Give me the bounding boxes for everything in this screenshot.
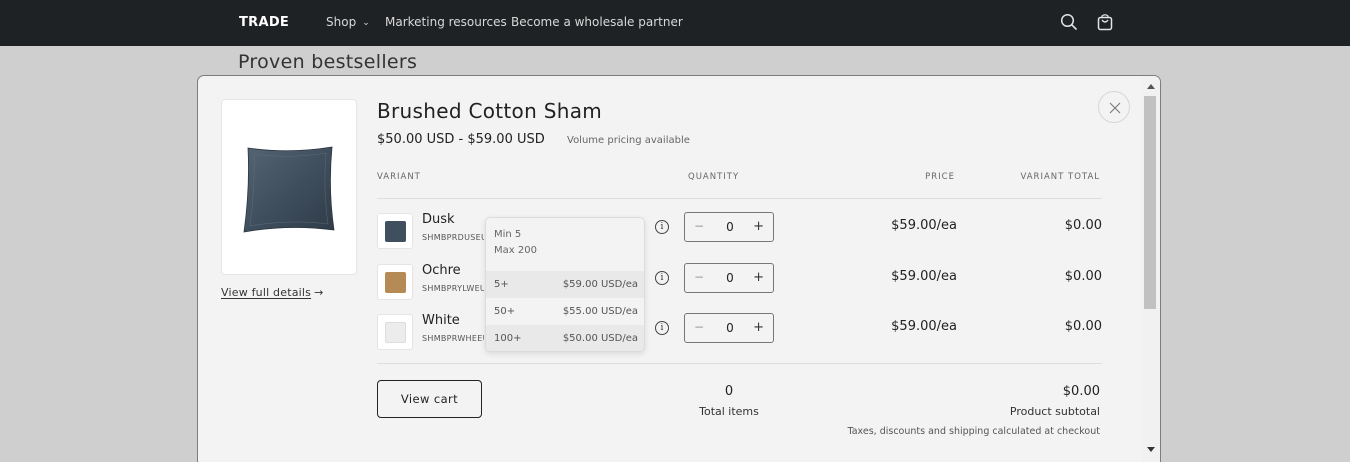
scroll-down-arrow-icon[interactable] xyxy=(1147,447,1155,452)
nav-marketing-resources[interactable]: Marketing resources xyxy=(385,15,507,29)
variant-thumbnail xyxy=(377,213,413,249)
variant-name: Dusk xyxy=(422,212,455,227)
quantity-stepper: − 0 + xyxy=(684,263,774,293)
tier-price: $59.00 USD/ea xyxy=(562,279,638,290)
tier-quantity: 100+ xyxy=(494,333,522,344)
view-full-details-link[interactable]: View full details → xyxy=(221,286,324,299)
quantity-stepper: − 0 + xyxy=(684,313,774,343)
tier-price: $50.00 USD/ea xyxy=(562,333,638,344)
search-icon[interactable] xyxy=(1059,12,1079,32)
scrollbar-thumb[interactable] xyxy=(1144,96,1156,309)
increase-button[interactable]: + xyxy=(753,270,764,285)
tier-quantity: 5+ xyxy=(494,279,509,290)
product-subtotal-label: Product subtotal xyxy=(1009,405,1100,418)
variant-thumbnail xyxy=(377,314,413,350)
volume-pricing-popover: Min 5 Max 200 5+ $59.00 USD/ea 50+ $55.0… xyxy=(485,217,645,352)
variant-thumbnail xyxy=(377,264,413,300)
view-full-details-label: View full details xyxy=(221,286,312,299)
variant-name: Ochre xyxy=(422,263,461,278)
product-title: Brushed Cotton Sham xyxy=(377,99,603,123)
total-items-label: Total items xyxy=(699,405,759,418)
quick-order-modal: View full details → Brushed Cotton Sham $… xyxy=(197,75,1161,462)
scrollbar[interactable] xyxy=(1142,76,1160,462)
total-items-count: 0 xyxy=(724,384,734,399)
variant-sku: SHMBPRDUSEU xyxy=(422,233,484,242)
tax-note: Taxes, discounts and shipping calculated… xyxy=(847,426,1101,437)
variant-sku: SHMBPRYLWEU xyxy=(422,284,484,293)
tier-price: $55.00 USD/ea xyxy=(562,306,638,317)
section-heading: Proven bestsellers xyxy=(238,51,418,73)
quantity-stepper: − 0 + xyxy=(684,212,774,242)
variant-total: $0.00 xyxy=(1064,218,1102,233)
divider xyxy=(377,363,1102,364)
product-subtotal-value: $0.00 xyxy=(1062,384,1100,399)
price-tier: 100+ $50.00 USD/ea xyxy=(486,325,644,351)
pillow-image xyxy=(243,146,335,233)
price-tier: 5+ $59.00 USD/ea xyxy=(486,271,644,298)
product-image xyxy=(221,99,357,275)
nav-wholesale-partner[interactable]: Become a wholesale partner xyxy=(511,15,683,29)
cart-icon[interactable] xyxy=(1095,12,1115,32)
variant-price: $59.00/ea xyxy=(891,319,957,334)
increase-button[interactable]: + xyxy=(753,219,764,234)
info-icon[interactable]: i xyxy=(655,220,669,234)
variant-price: $59.00/ea xyxy=(891,269,957,284)
column-header-price: PRICE xyxy=(925,172,955,182)
close-button[interactable] xyxy=(1098,91,1130,123)
nav-shop[interactable]: Shop ⌄ xyxy=(326,15,370,29)
variant-price: $59.00/ea xyxy=(891,218,957,233)
nav-shop-label: Shop xyxy=(326,15,357,29)
arrow-right-icon: → xyxy=(314,286,324,299)
min-quantity: Min 5 xyxy=(494,229,522,240)
column-header-variant: VARIANT xyxy=(377,172,421,182)
info-icon[interactable]: i xyxy=(655,321,669,335)
volume-pricing-note: Volume pricing available xyxy=(567,135,690,146)
column-header-variant-total: VARIANT TOTAL xyxy=(1020,172,1100,182)
variant-name: White xyxy=(422,313,460,328)
divider xyxy=(377,198,1102,199)
chevron-down-icon: ⌄ xyxy=(362,18,370,28)
view-cart-button[interactable]: View cart xyxy=(377,380,482,418)
variant-total: $0.00 xyxy=(1064,319,1102,334)
variant-sku: SHMBPRWHEEU xyxy=(422,334,484,343)
price-range: $50.00 USD - $59.00 USD xyxy=(377,132,545,147)
tier-quantity: 50+ xyxy=(494,306,516,317)
price-tier: 50+ $55.00 USD/ea xyxy=(486,298,644,325)
scroll-up-arrow-icon[interactable] xyxy=(1147,84,1155,89)
column-header-quantity: QUANTITY xyxy=(688,172,740,182)
close-icon xyxy=(1109,102,1121,114)
brand-logo[interactable]: TRADE xyxy=(239,15,289,30)
max-quantity: Max 200 xyxy=(494,245,537,256)
increase-button[interactable]: + xyxy=(753,320,764,335)
variant-total: $0.00 xyxy=(1064,269,1102,284)
top-nav: TRADE Shop ⌄ Marketing resources Become a… xyxy=(0,0,1350,46)
info-icon[interactable]: i xyxy=(655,271,669,285)
